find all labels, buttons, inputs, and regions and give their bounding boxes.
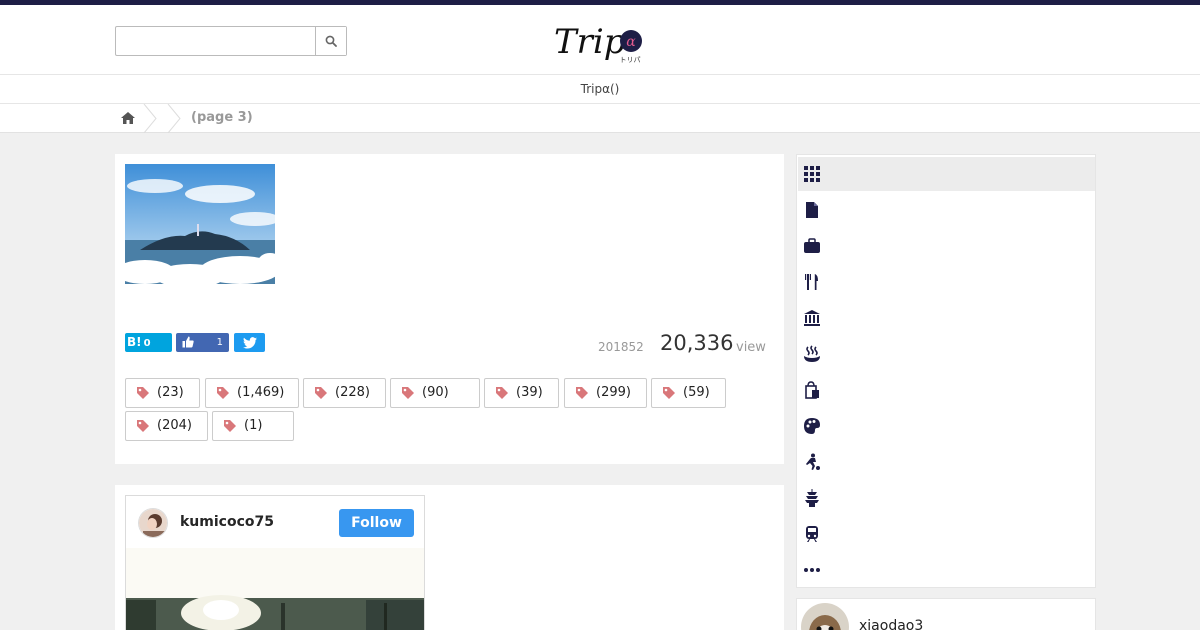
sidebar-item-shopping[interactable] [798, 373, 1095, 407]
art-palette-icon [804, 418, 820, 434]
tag-icon [663, 387, 675, 399]
sidebar-item-sports[interactable] [798, 445, 1095, 479]
instagram-username[interactable]: kumicoco75 [180, 514, 274, 530]
site-header: Trip α トリパ [0, 5, 1200, 75]
tag-chip[interactable]: (59) [651, 378, 726, 408]
twitter-icon [242, 336, 257, 349]
home-icon[interactable] [120, 110, 136, 126]
sub-navigation: Tripα() [0, 75, 1200, 104]
view-count: 20,336 [660, 331, 734, 355]
train-icon [806, 526, 818, 542]
tag-chip[interactable]: (39) [484, 378, 559, 408]
category-sidebar [796, 154, 1096, 588]
svg-text:α: α [626, 34, 636, 50]
sidebar-item-food[interactable] [798, 265, 1095, 299]
tag-icon [137, 387, 149, 399]
tag-icon [576, 387, 588, 399]
hatena-bookmark-button[interactable]: B! 0 [125, 333, 172, 352]
suitcase-icon [804, 238, 820, 253]
instagram-photo[interactable] [126, 548, 424, 630]
tag-chip[interactable]: (228) [303, 378, 386, 408]
tag-chip[interactable]: (1,469) [205, 378, 299, 408]
tag-chip[interactable]: (204) [125, 411, 208, 441]
avatar[interactable] [138, 508, 168, 538]
user-name[interactable]: xiaodao3 [859, 618, 923, 630]
twitter-share-button[interactable] [234, 333, 265, 352]
avatar[interactable] [801, 603, 849, 630]
restaurant-icon [805, 274, 818, 290]
tag-icon [217, 387, 229, 399]
user-card[interactable]: xiaodao3 [796, 598, 1096, 630]
more-icon [804, 568, 820, 572]
follow-button[interactable]: Follow [339, 509, 414, 537]
thumbs-up-icon [182, 336, 194, 348]
shopping-icon [805, 381, 819, 399]
search-button[interactable] [315, 27, 346, 55]
article-thumbnail[interactable] [125, 164, 275, 284]
search-icon [325, 35, 337, 47]
article-card: B! 0 1 201852 20,336 view (23) (1,469) (2… [115, 154, 784, 464]
instagram-card: kumicoco75 Follow [115, 485, 784, 630]
tag-icon [402, 387, 414, 399]
pagoda-icon [805, 489, 819, 507]
search-box [115, 26, 347, 56]
tag-icon [315, 387, 327, 399]
grid-icon [804, 166, 820, 182]
sidebar-item-all[interactable] [798, 157, 1095, 191]
sidebar-item-art[interactable] [798, 409, 1095, 443]
sidebar-item-onsen[interactable] [798, 337, 1095, 371]
sidebar-item-temples[interactable] [798, 481, 1095, 515]
sidebar-item-transport[interactable] [798, 517, 1095, 551]
tag-chip[interactable]: (299) [564, 378, 647, 408]
subnav-link[interactable]: Tripα() [581, 82, 620, 96]
sidebar-item-articles[interactable] [798, 193, 1095, 227]
hatena-count: 0 [143, 338, 151, 349]
view-unit: view [736, 340, 766, 355]
tag-icon [496, 387, 508, 399]
svg-text:トリパ: トリパ [620, 56, 641, 64]
facebook-like-button[interactable]: 1 [176, 333, 229, 352]
breadcrumb-separator [143, 104, 157, 133]
logo-wordmark: Trip [554, 22, 626, 62]
tag-icon [224, 420, 236, 432]
tag-chip[interactable]: (90) [390, 378, 480, 408]
sports-icon [806, 453, 820, 470]
museum-icon [804, 310, 820, 326]
sidebar-item-more[interactable] [798, 553, 1095, 587]
sidebar-item-museum[interactable] [798, 301, 1095, 335]
breadcrumb: (page 3) [0, 104, 1200, 133]
instagram-embed: kumicoco75 Follow [125, 495, 425, 630]
tag-chip[interactable]: (1) [212, 411, 294, 441]
tag-chip[interactable]: (23) [125, 378, 200, 408]
like-count: 1 [216, 337, 223, 348]
site-logo[interactable]: Trip α トリパ [552, 19, 648, 65]
tag-icon [137, 420, 149, 432]
article-date: 201852 [598, 340, 644, 354]
search-input[interactable] [116, 27, 316, 55]
document-icon [806, 202, 818, 218]
breadcrumb-separator [167, 104, 181, 133]
breadcrumb-current: (page 3) [191, 110, 253, 125]
hot-spring-icon [804, 345, 820, 362]
sidebar-item-travel[interactable] [798, 229, 1095, 263]
